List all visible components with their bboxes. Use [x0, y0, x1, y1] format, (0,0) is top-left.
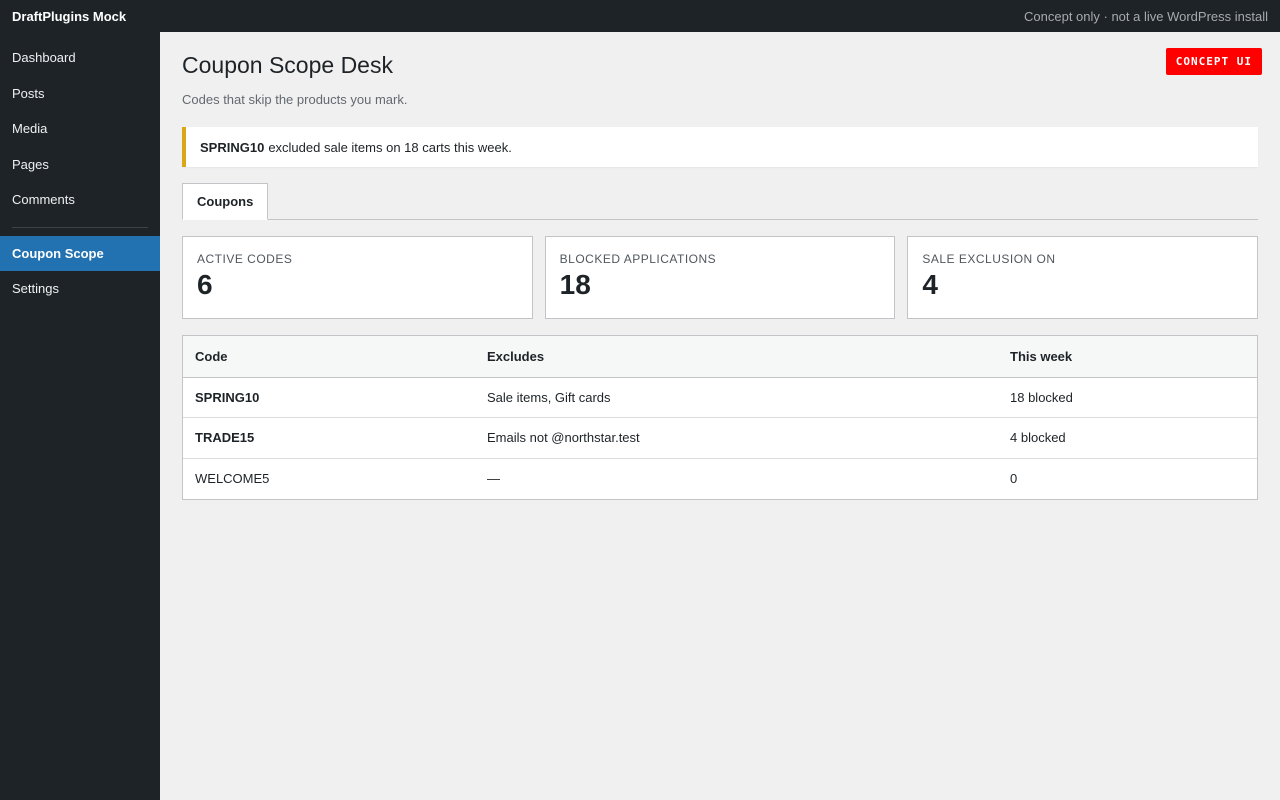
cell-this-week: 4 blocked [998, 417, 1257, 459]
cell-this-week: 0 [1010, 471, 1018, 486]
cell-code[interactable]: SPRING10 [183, 377, 475, 418]
page-subtitle: Codes that skip the products you mark. [182, 92, 408, 107]
sidebar-item-dashboard[interactable]: Dashboard [0, 40, 160, 76]
stat-value: 18 [559, 269, 591, 300]
concept-note: Concept only · not a live WordPress inst… [1024, 8, 1268, 24]
main-content: Coupon Scope Desk CONCEPT UI Codes that … [160, 32, 1280, 800]
warning-notice: SPRING10 excluded sale items on 18 carts… [182, 127, 1258, 167]
column-header-excludes: Excludes [475, 336, 998, 378]
cell-excludes: Sale items, Gift cards [475, 377, 998, 418]
sidebar-item-media[interactable]: Media [0, 111, 160, 147]
sidebar-item-coupon-scope[interactable]: Coupon Scope [0, 235, 160, 271]
stat-card-active-codes: Active codes 6 [182, 236, 533, 319]
table-row[interactable]: SPRING10 Sale items, Gift cards 18 block… [183, 377, 1257, 418]
stats-row: Active codes 6 Blocked applications 18 S… [182, 236, 1259, 319]
cell-this-week: 18 blocked [998, 377, 1257, 418]
concept-badge: CONCEPT UI [1165, 48, 1262, 75]
stat-value: 6 [197, 269, 213, 300]
cell-code[interactable]: TRADE15 [183, 417, 475, 459]
admin-top-bar: DraftPlugins Mock Concept only · not a l… [0, 0, 1280, 32]
sidebar-item-settings[interactable]: Settings [0, 271, 160, 307]
stat-card-blocked-applications: Blocked applications 18 [544, 236, 896, 319]
stat-label: Sale exclusion on [922, 252, 1056, 266]
stat-card-sale-exclusion: Sale exclusion on 4 [907, 236, 1259, 319]
sidebar-item-posts[interactable]: Posts [0, 76, 160, 112]
cell-code[interactable]: WELCOME5 [183, 458, 475, 499]
coupons-table: Code Excludes This week SPRING10 Sale it… [183, 336, 1257, 499]
column-header-code: Code [183, 336, 475, 378]
cell-excludes: — [487, 471, 500, 486]
sidebar-item-comments[interactable]: Comments [0, 182, 160, 218]
table-row[interactable]: TRADE15 Emails not @northstar.test 4 blo… [183, 417, 1257, 459]
stat-label: Active codes [197, 252, 293, 266]
tab-coupons[interactable]: Coupons [182, 183, 269, 220]
stat-value: 4 [922, 269, 938, 300]
tab-bar: Coupons [182, 183, 1258, 220]
sidebar-item-pages[interactable]: Pages [0, 147, 160, 183]
notice-code: SPRING10 [200, 139, 265, 155]
page-title: Coupon Scope Desk [182, 52, 393, 78]
cell-excludes: Emails not @northstar.test [475, 417, 998, 459]
notice-message: excluded sale items on 18 carts this wee… [268, 139, 512, 155]
column-header-this-week: This week [998, 336, 1257, 378]
site-brand[interactable]: DraftPlugins Mock [12, 9, 126, 24]
table-header-row: Code Excludes This week [183, 336, 1257, 378]
coupons-table-wrapper: Code Excludes This week SPRING10 Sale it… [182, 335, 1258, 500]
admin-sidebar: Dashboard Posts Media Pages Comments Cou… [0, 32, 160, 800]
stat-label: Blocked applications [559, 252, 717, 266]
table-row[interactable]: WELCOME5 — 0 [183, 458, 1257, 499]
sidebar-divider [12, 226, 148, 228]
